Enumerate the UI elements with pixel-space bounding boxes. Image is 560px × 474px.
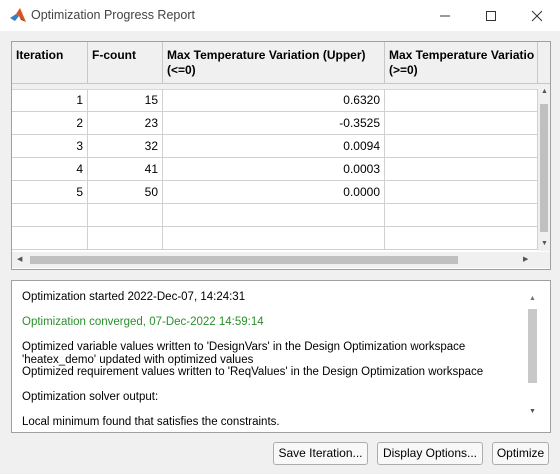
maximize-button[interactable]: [468, 0, 514, 31]
cell-fcount: 32: [88, 135, 163, 157]
log-vertical-scrollbar[interactable]: ▲ ▼: [526, 293, 539, 421]
log-model: 'heatex_demo' updated with optimized val…: [22, 353, 254, 366]
log-req: Optimized requirement values written to …: [22, 366, 484, 378]
table-row[interactable]: 1 15 0.6320: [12, 89, 538, 112]
table-horizontal-scrollbar[interactable]: ◀ ▶: [12, 252, 538, 268]
window-title: Optimization Progress Report: [31, 8, 195, 22]
table-row-empty: [12, 204, 538, 227]
column-header-label: F-count: [92, 48, 136, 62]
log-solver-label: Optimization solver output:: [22, 391, 159, 403]
cell-lower: [385, 89, 538, 111]
table-row[interactable]: 2 23 -0.3525: [12, 112, 538, 135]
table-row[interactable]: 5 50 0.0000: [12, 181, 538, 204]
cell-iteration: 5: [12, 181, 88, 203]
scroll-down-icon[interactable]: ▼: [541, 240, 548, 248]
column-header-label: Max Temperature Variation (Upper): [167, 48, 366, 62]
cell-empty: [12, 227, 88, 249]
maximize-icon: [486, 10, 496, 21]
scrollbar-thumb[interactable]: [528, 309, 537, 383]
cell-empty: [385, 204, 538, 226]
cell-upper: -0.3525: [163, 112, 385, 134]
log-panel[interactable]: Optimization started 2022-Dec-07, 14:24:…: [11, 280, 551, 433]
cell-iteration: 4: [12, 158, 88, 180]
cell-lower: [385, 181, 538, 203]
column-header-sublabel: (<=0): [167, 63, 196, 77]
table-vertical-scrollbar[interactable]: ▲ ▼: [538, 84, 550, 251]
scroll-right-icon[interactable]: ▶: [523, 256, 528, 264]
column-header-label: Max Temperature Variatio: [389, 48, 535, 62]
scroll-left-icon[interactable]: ◀: [17, 256, 22, 264]
cell-iteration: 2: [12, 112, 88, 134]
matlab-icon: [10, 8, 26, 22]
iteration-table[interactable]: Iteration F-count Max Temperature Variat…: [11, 41, 551, 270]
cell-upper: 0.0094: [163, 135, 385, 157]
table-header: Iteration F-count Max Temperature Variat…: [12, 42, 550, 84]
save-iteration-button[interactable]: Save Iteration...: [273, 442, 368, 465]
table-row-empty: [12, 227, 538, 250]
log-text: Optimization started 2022-Dec-07, 14:24:…: [22, 291, 527, 429]
cell-upper: 0.0000: [163, 181, 385, 203]
optimize-button[interactable]: Optimize: [492, 442, 549, 465]
scroll-down-icon[interactable]: ▼: [529, 408, 536, 416]
cell-lower: [385, 158, 538, 180]
log-vars: Optimized variable values written to 'De…: [22, 341, 466, 353]
log-result: Local minimum found that satisfies the c…: [22, 416, 280, 428]
cell-fcount: 23: [88, 112, 163, 134]
cell-fcount: 41: [88, 158, 163, 180]
column-header-label: Iteration: [16, 48, 64, 62]
table-row[interactable]: 3 32 0.0094: [12, 135, 538, 158]
column-header-upper[interactable]: Max Temperature Variation (Upper) (<=0): [163, 42, 385, 83]
table-row[interactable]: 4 41 0.0003: [12, 158, 538, 181]
cell-upper: 0.6320: [163, 89, 385, 111]
scroll-up-icon[interactable]: ▲: [529, 295, 536, 303]
column-header-lower[interactable]: Max Temperature Variatio (>=0): [385, 42, 538, 83]
title-bar: Optimization Progress Report: [0, 0, 560, 31]
minimize-icon: [440, 15, 450, 16]
close-button[interactable]: [514, 0, 560, 31]
column-header-iteration[interactable]: Iteration: [12, 42, 88, 83]
cell-empty: [12, 204, 88, 226]
cell-empty: [163, 227, 385, 249]
cell-iteration: 1: [12, 89, 88, 111]
cell-lower: [385, 112, 538, 134]
cell-upper: 0.0003: [163, 158, 385, 180]
minimize-button[interactable]: [422, 0, 468, 31]
scroll-up-icon[interactable]: ▲: [541, 88, 548, 96]
column-header-fcount[interactable]: F-count: [88, 42, 163, 83]
close-icon: [531, 10, 543, 21]
log-started: Optimization started 2022-Dec-07, 14:24:…: [22, 291, 246, 303]
cell-empty: [385, 227, 538, 249]
cell-fcount: 50: [88, 181, 163, 203]
scrollbar-thumb[interactable]: [540, 104, 548, 232]
table-body: 1 15 0.6320 2 23 -0.3525 3 32 0.0094 4 4…: [12, 89, 538, 250]
column-header-sublabel: (>=0): [389, 63, 418, 77]
cell-empty: [88, 227, 163, 249]
display-options-button[interactable]: Display Options...: [377, 442, 483, 465]
scrollbar-thumb[interactable]: [30, 256, 458, 264]
cell-lower: [385, 135, 538, 157]
cell-fcount: 15: [88, 89, 163, 111]
cell-empty: [163, 204, 385, 226]
cell-iteration: 3: [12, 135, 88, 157]
log-converged: Optimization converged, 07-Dec-2022 14:5…: [22, 316, 264, 328]
scrollbar-corner: [538, 252, 550, 268]
cell-empty: [88, 204, 163, 226]
